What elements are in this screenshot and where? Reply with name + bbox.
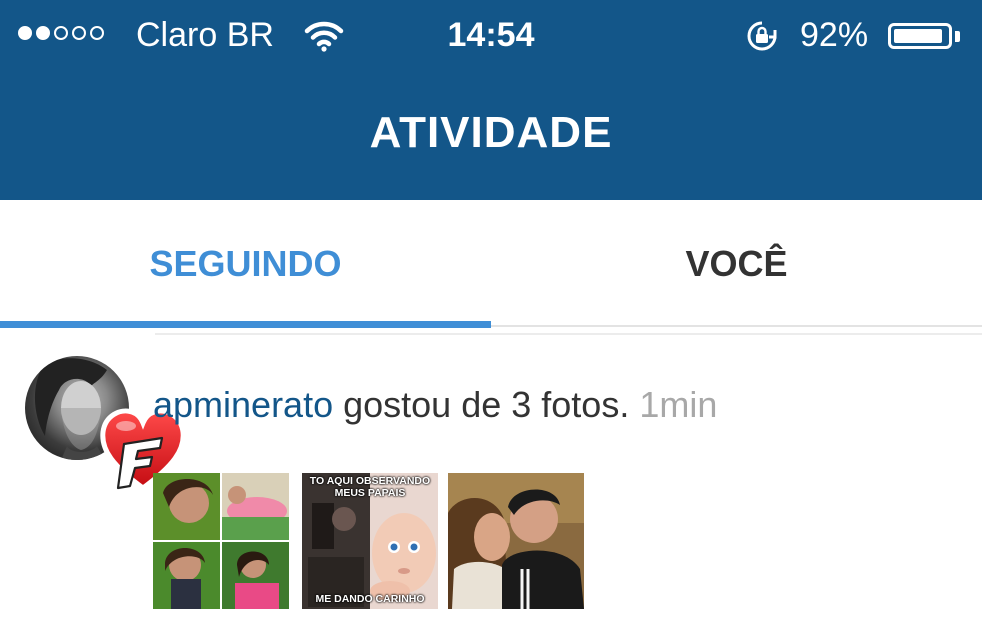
rotation-lock-icon <box>746 20 778 57</box>
battery-tip <box>955 31 960 42</box>
thumbnail-caption-bottom: ME DANDO CARINHO <box>315 593 425 605</box>
battery-icon <box>888 23 952 49</box>
activity-action: gostou de 3 fotos. <box>333 384 630 425</box>
liked-photo-thumbnail-3[interactable] <box>448 473 584 609</box>
battery-level-fill <box>894 29 942 43</box>
tab-bar: SEGUINDO VOCÊ <box>0 200 982 328</box>
page-title: ATIVIDADE <box>369 108 613 157</box>
active-tab-indicator <box>0 321 491 328</box>
activity-text: apminerato gostou de 3 fotos. 1min <box>153 384 717 426</box>
tab-following[interactable]: SEGUINDO <box>0 200 491 328</box>
tab-divider <box>491 325 982 327</box>
battery-percent: 92% <box>800 16 869 54</box>
activity-time: 1min <box>629 384 718 425</box>
status-bar: Claro BR 14:54 92% <box>0 0 982 70</box>
row-separator <box>155 333 982 335</box>
tab-you[interactable]: VOCÊ <box>491 200 982 328</box>
liked-photo-thumbnail-2[interactable]: TO AQUI OBSERVANDO MEUS PAPAIS ME DANDO … <box>302 473 438 609</box>
thumbnail-caption-top: TO AQUI OBSERVANDO MEUS PAPAIS <box>309 475 431 499</box>
liked-photo-thumbnail-1[interactable] <box>153 473 289 609</box>
activity-username[interactable]: apminerato <box>153 384 333 425</box>
